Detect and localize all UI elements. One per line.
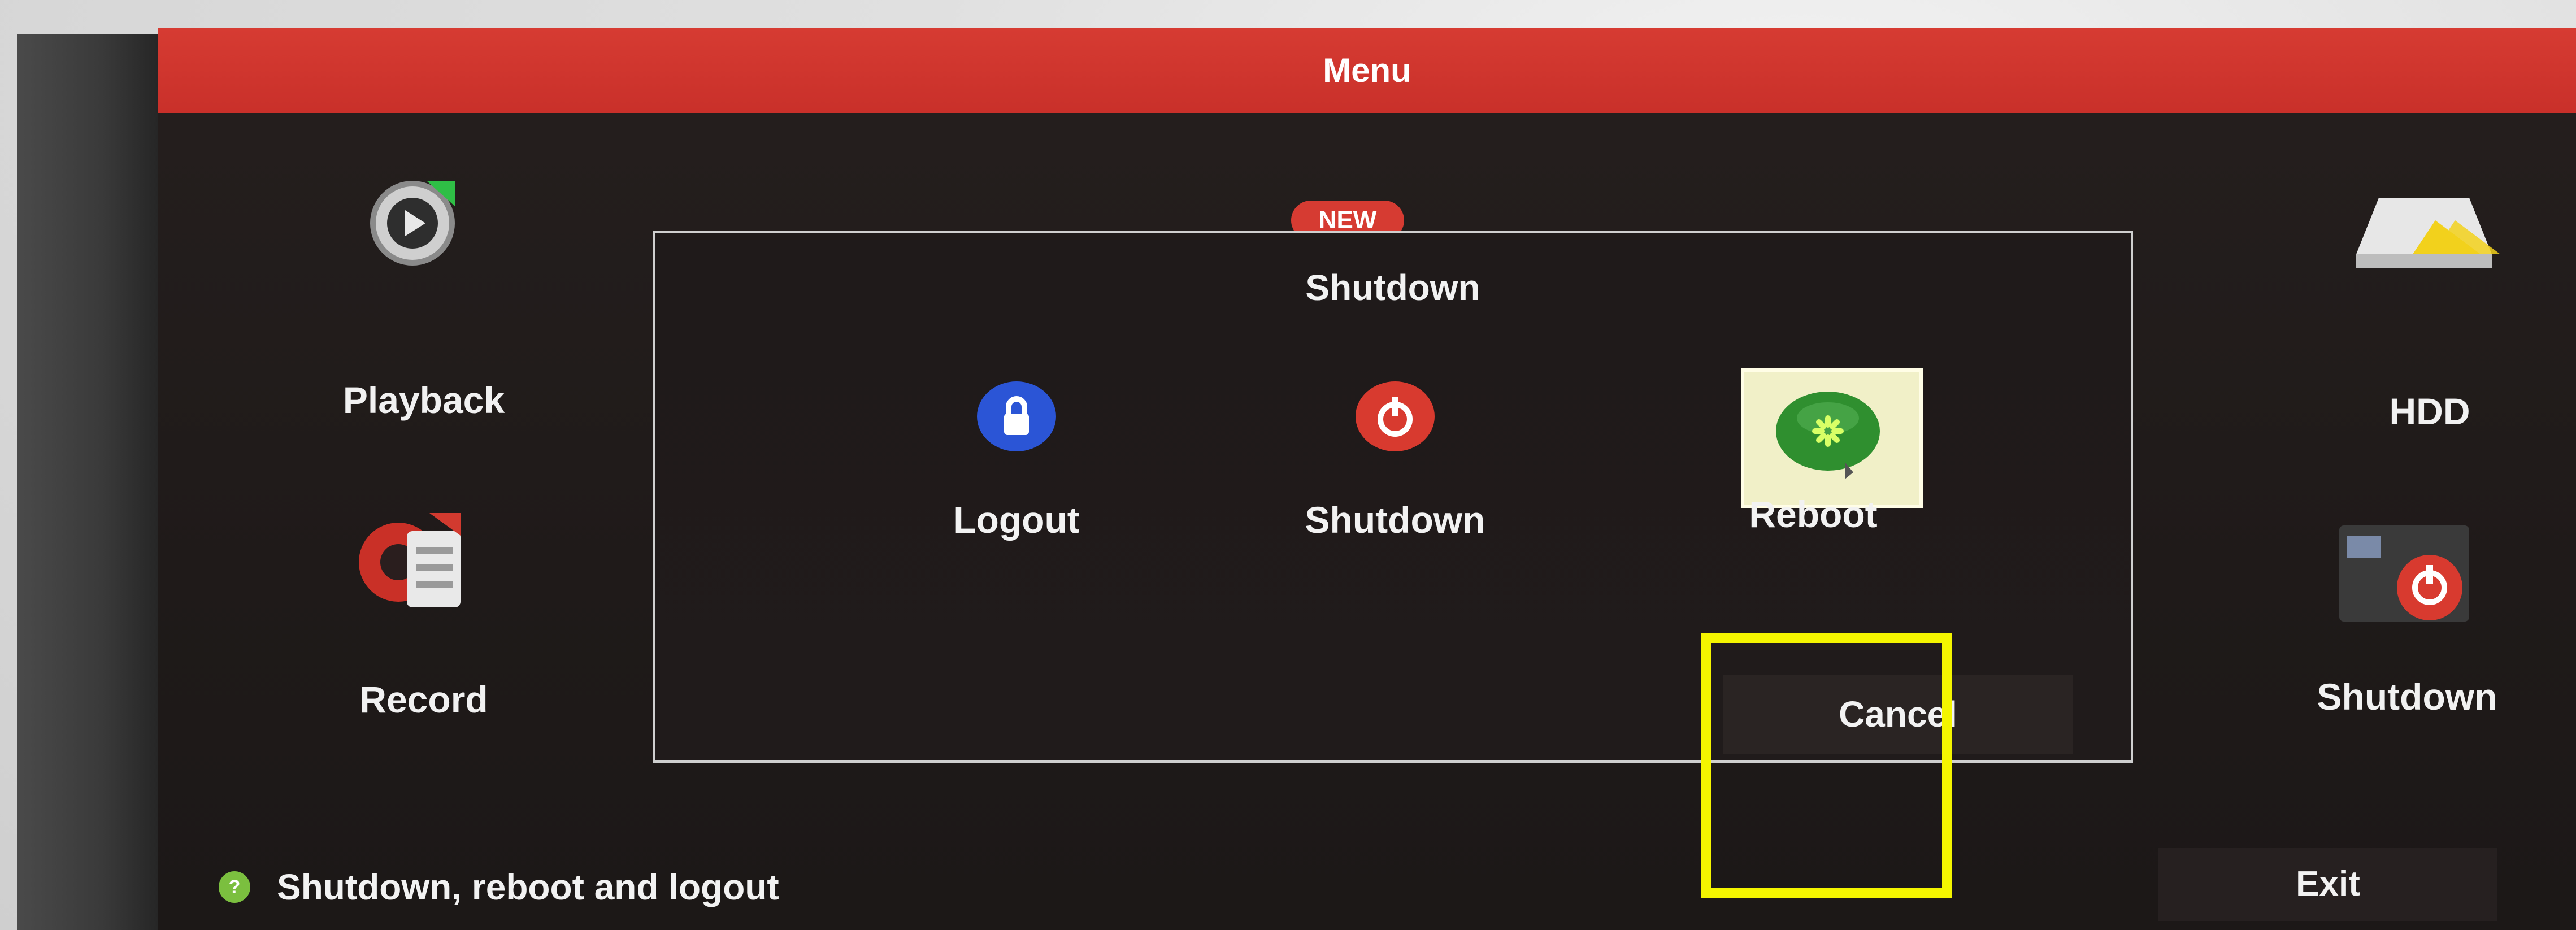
reboot-button[interactable]: Reboot [1695, 368, 1932, 572]
playback-icon [370, 181, 455, 266]
logout-button[interactable]: Logout [898, 374, 1135, 577]
menu-item-record[interactable]: Record [277, 497, 571, 768]
annotation-highlight-box [1701, 633, 1952, 898]
status-text: Shutdown, reboot and logout [277, 867, 779, 907]
menu-item-label: HDD [2389, 390, 2470, 432]
menu-item-hdd[interactable]: HDD [2288, 186, 2571, 446]
menu-item-label: Playback [342, 379, 505, 421]
exit-button[interactable]: Exit [2158, 848, 2497, 921]
svg-text:?: ? [229, 876, 241, 898]
help-icon: ? [219, 871, 250, 903]
menu-item-playback[interactable]: Playback [277, 170, 571, 441]
shutdown-label: Shutdown [1305, 499, 1485, 541]
lock-icon [977, 381, 1056, 451]
menu-title: Menu [1323, 51, 1411, 89]
dialog-title: Shutdown [1305, 267, 1480, 308]
monitor-bezel [17, 34, 158, 930]
hdd-icon [2356, 198, 2500, 268]
logout-label: Logout [953, 499, 1080, 541]
shutdown-icon [2339, 525, 2469, 622]
shutdown-button[interactable]: Shutdown [1276, 374, 1514, 577]
menu-item-label: Shutdown [2317, 676, 2497, 718]
menu-item-label: Record [359, 679, 488, 720]
record-icon [359, 513, 461, 607]
reboot-label: Reboot [1749, 493, 1878, 535]
reboot-icon [1776, 392, 1880, 479]
status-bar: ? Shutdown, reboot and logout [215, 859, 779, 915]
dvr-menu-screen: Menu Playback Record HDD Shutdown NEW Sh… [158, 28, 2576, 930]
power-icon [1356, 381, 1435, 451]
menu-item-shutdown[interactable]: Shutdown [2249, 525, 2565, 768]
